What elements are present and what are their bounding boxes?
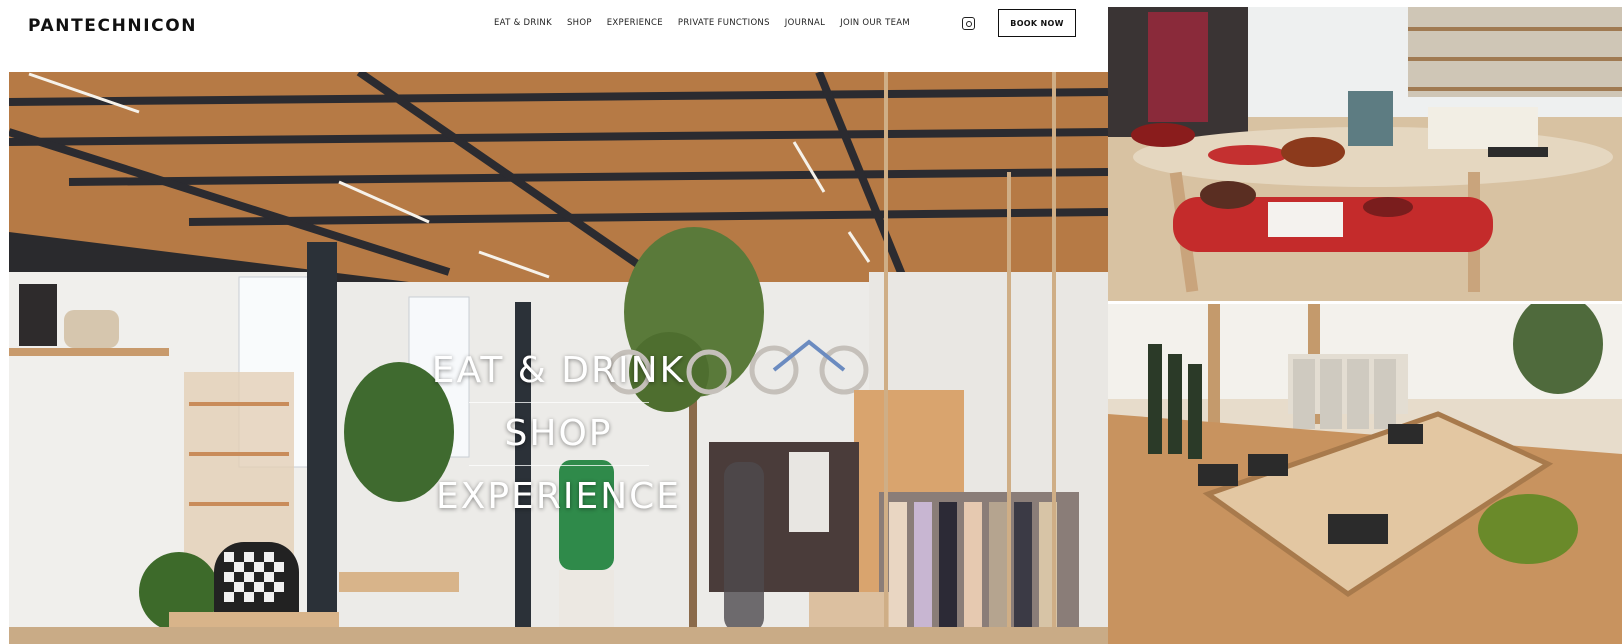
lacquerware-illustration (1108, 7, 1622, 301)
hero-link-experience[interactable]: EXPERIENCE (9, 466, 1108, 528)
site-header: PANTECHNICON EAT & DRINK SHOP EXPERIENCE… (0, 0, 1108, 72)
nav-item-private-functions[interactable]: PRIVATE FUNCTIONS (678, 18, 770, 28)
hero-menu: EAT & DRINK SHOP EXPERIENCE (9, 340, 1108, 528)
lacquerware-photo (1108, 7, 1622, 301)
display-case-photo (1108, 304, 1622, 644)
hero-link-eat-drink[interactable]: EAT & DRINK (9, 340, 1108, 402)
hero-link-shop[interactable]: SHOP (9, 403, 1108, 465)
nav-item-journal[interactable]: JOURNAL (785, 18, 825, 28)
nav-item-join-our-team[interactable]: JOIN OUR TEAM (840, 18, 910, 28)
nav-item-shop[interactable]: SHOP (567, 18, 592, 28)
hero-image: EAT & DRINK SHOP EXPERIENCE (9, 72, 1108, 644)
site-logo[interactable]: PANTECHNICON (28, 16, 197, 36)
display-case-illustration (1108, 304, 1622, 644)
book-now-button[interactable]: BOOK NOW (998, 9, 1076, 37)
instagram-icon[interactable] (962, 17, 975, 30)
nav-item-eat-drink[interactable]: EAT & DRINK (494, 18, 552, 28)
nav-item-experience[interactable]: EXPERIENCE (607, 18, 663, 28)
main-nav: EAT & DRINK SHOP EXPERIENCE PRIVATE FUNC… (494, 18, 925, 28)
